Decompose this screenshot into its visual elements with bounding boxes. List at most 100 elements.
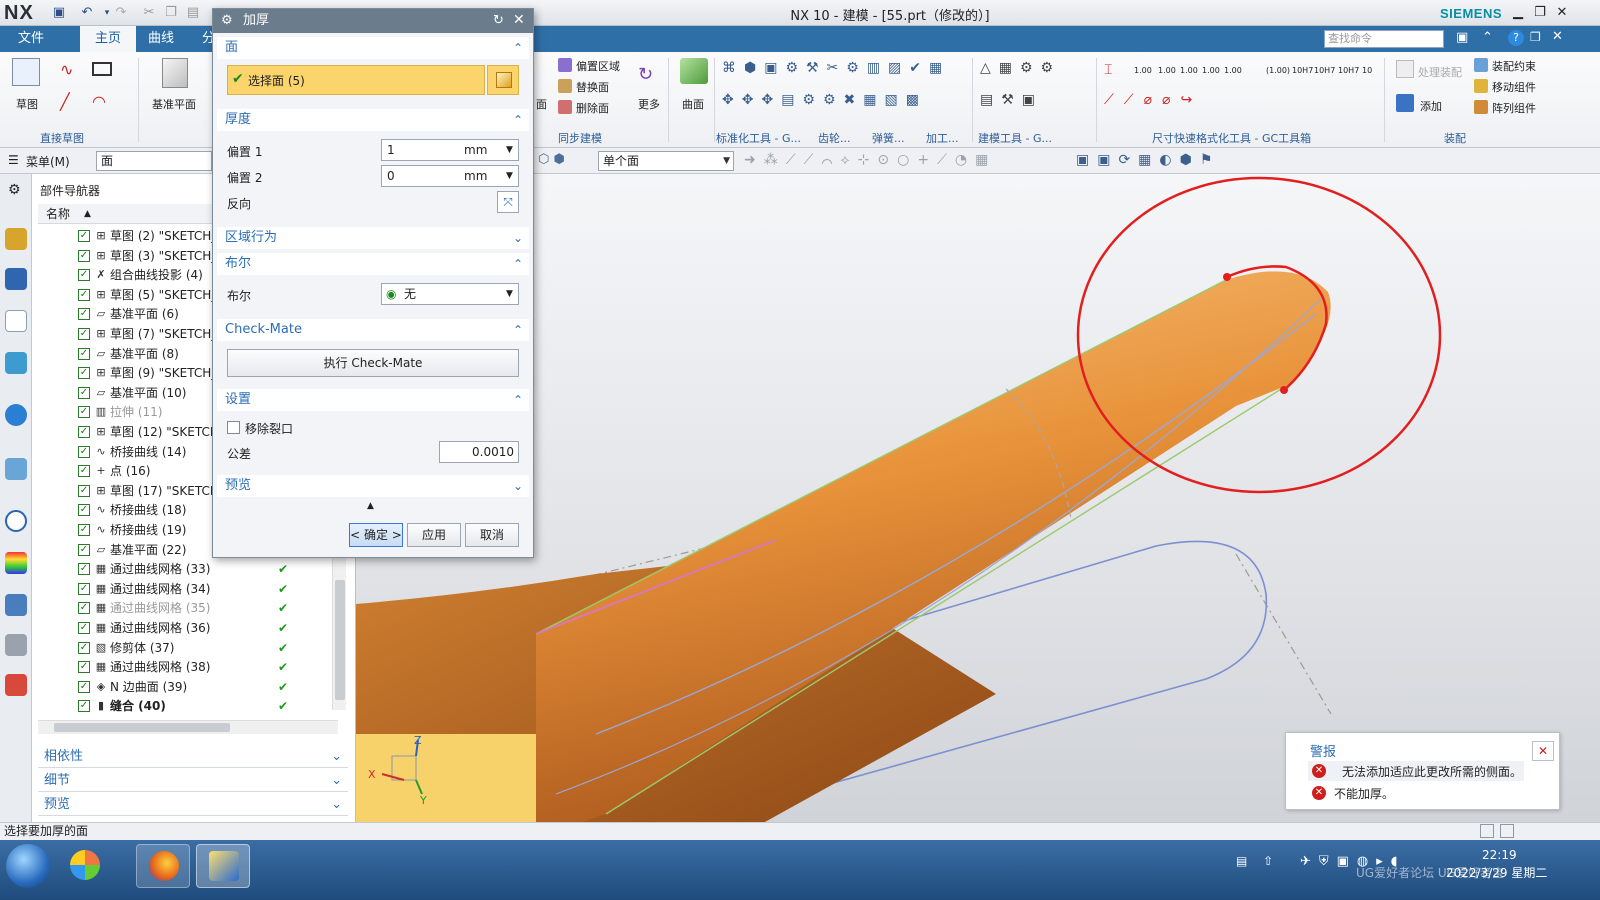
status-window-icon[interactable] xyxy=(1500,824,1514,838)
close-alert-icon[interactable]: ✕ xyxy=(1532,741,1554,761)
modeling-tools-icons-row1[interactable]: △▦⚙⚙ xyxy=(980,60,1090,80)
visibility-checkbox[interactable]: ✓ xyxy=(78,582,90,595)
collapse-dialog-icon[interactable]: ▲ xyxy=(367,501,374,511)
system-scenes-icon[interactable] xyxy=(5,634,27,656)
constraint-navigator-icon[interactable] xyxy=(5,268,27,290)
sketch-icon[interactable] xyxy=(12,58,40,86)
run-check-mate-button[interactable]: 执行 Check-Mate xyxy=(227,349,519,377)
datum-plane-label[interactable]: 基准平面 xyxy=(152,96,196,112)
apply-button[interactable]: 应用 xyxy=(407,523,461,547)
web-browser-icon[interactable] xyxy=(5,404,27,426)
dim-tools-icons-row2[interactable]: ⟋⟋⌀⌀↪ xyxy=(1104,92,1234,112)
part-navigator-icon[interactable] xyxy=(5,310,27,332)
surface-label[interactable]: 曲面 xyxy=(682,96,704,112)
clock-icon[interactable] xyxy=(5,510,27,532)
add-component-icon[interactable] xyxy=(1396,94,1414,112)
settings-icon[interactable]: ⚙ xyxy=(8,182,21,198)
dim-value-10[interactable]: 10 xyxy=(1362,66,1372,75)
visibility-checkbox[interactable]: ✓ xyxy=(78,622,90,634)
cut-icon[interactable]: ✂ xyxy=(140,4,158,22)
snap-point-icons[interactable]: ➜⁂⟋⟋⌒⟡⊹⊙○+⟋◔▦ xyxy=(744,152,1044,168)
command-search-input[interactable]: 查找命令 xyxy=(1324,30,1444,48)
visibility-checkbox[interactable]: ✓ xyxy=(78,504,90,517)
close-icon[interactable]: ✕ xyxy=(1552,4,1572,22)
cancel-button[interactable]: 取消 xyxy=(465,523,519,547)
boolean-select[interactable]: ◉ 无 ▼ xyxy=(381,283,519,305)
arc-icon[interactable]: ◠ xyxy=(92,92,106,111)
assembly-constraint-icon[interactable] xyxy=(1474,58,1488,72)
pattern-component-label[interactable]: 阵列组件 xyxy=(1492,100,1536,116)
more-label[interactable]: 更多 xyxy=(638,96,660,112)
add-label[interactable]: 添加 xyxy=(1420,98,1442,114)
tree-row[interactable]: ✓ ▮ 缝合 (40) ✔ xyxy=(38,696,338,716)
section-thickness[interactable]: 厚度 ⌃ xyxy=(217,109,529,131)
close-doc-icon[interactable]: ✕ xyxy=(1552,29,1563,44)
copy-icon[interactable]: ❐ xyxy=(162,4,180,22)
pattern-component-icon[interactable] xyxy=(1474,100,1488,114)
dimension-icon[interactable]: ⌶ xyxy=(1104,62,1112,78)
visibility-checkbox[interactable]: ✓ xyxy=(78,661,90,674)
visibility-checkbox[interactable]: ✓ xyxy=(78,563,90,576)
standard-tools-icons-row2[interactable]: ✥✥✥▤⚙⚙✖▦▧▩ xyxy=(722,92,1022,112)
dim-value-5[interactable]: 1.00 xyxy=(1224,66,1242,75)
dim-value-7[interactable]: 10H7 xyxy=(1292,66,1313,75)
menu-button[interactable]: 菜单(M) xyxy=(26,153,70,170)
hscroll-thumb[interactable] xyxy=(54,723,230,732)
visibility-checkbox[interactable]: ✓ xyxy=(78,602,90,615)
chevron-down-icon[interactable]: ▼ xyxy=(506,284,513,304)
section-check-mate[interactable]: Check-Mate ⌃ xyxy=(217,319,529,341)
dim-value-3[interactable]: 1.00 xyxy=(1180,66,1198,75)
dim-value-6[interactable]: (1.00) xyxy=(1266,66,1290,75)
help-icon[interactable]: ? xyxy=(1508,30,1524,46)
visibility-checkbox[interactable]: ✓ xyxy=(78,308,90,321)
line-icon[interactable]: ╱ xyxy=(60,92,70,111)
visibility-checkbox[interactable]: ✓ xyxy=(78,288,90,301)
process-assembly-icon[interactable] xyxy=(1396,60,1414,78)
close-dialog-icon[interactable]: ✕ xyxy=(513,12,525,28)
search-icon[interactable]: ⚲ xyxy=(1428,30,1438,45)
visibility-checkbox[interactable]: ✓ xyxy=(78,386,90,399)
reset-icon[interactable]: ↻ xyxy=(493,13,504,28)
navigator-horizontal-scrollbar[interactable] xyxy=(38,720,338,734)
sketch-label[interactable]: 草图 xyxy=(16,96,38,112)
assembly-constraint-label[interactable]: 装配约束 xyxy=(1492,58,1536,74)
dim-value-8[interactable]: 10H7 xyxy=(1314,66,1335,75)
restore-doc-icon[interactable]: ❐ xyxy=(1530,30,1541,44)
visibility-checkbox[interactable]: ✓ xyxy=(78,328,90,340)
roles-icon[interactable] xyxy=(5,594,27,616)
taskbar-nx-icon[interactable] xyxy=(196,844,250,888)
offset2-input[interactable]: 0 mm ▼ xyxy=(381,165,519,187)
paste-icon[interactable]: ▤ xyxy=(184,4,202,22)
scroll-thumb[interactable] xyxy=(335,580,345,700)
restore-icon[interactable]: ❐ xyxy=(1530,4,1550,22)
tolerance-input[interactable]: 0.0010 xyxy=(439,441,519,463)
type-filter-select[interactable]: 面 xyxy=(96,151,212,171)
visibility-checkbox[interactable]: ✓ xyxy=(78,641,90,654)
dim-value-9[interactable]: 10H7 xyxy=(1338,66,1359,75)
move-component-icon[interactable] xyxy=(1474,79,1488,93)
tree-row[interactable]: ✓ ▦ 通过曲线网格 (36) ✔ xyxy=(38,618,338,638)
collapse-ribbon-icon[interactable]: ⌃ xyxy=(1482,30,1493,45)
dim-value-2[interactable]: 1.00 xyxy=(1158,66,1176,75)
rectangle-icon[interactable] xyxy=(92,62,112,76)
undo-icon[interactable]: ↶ xyxy=(78,4,96,22)
visualization-icon[interactable] xyxy=(5,552,27,574)
tree-row[interactable]: ✓ ▦ 通过曲线网格 (35) ✔ xyxy=(38,598,338,618)
process-assembly-label[interactable]: 处理装配 xyxy=(1418,64,1462,80)
tree-row[interactable]: ✓ ▦ 通过曲线网格 (38) ✔ xyxy=(38,657,338,677)
tab-home[interactable]: 主页 xyxy=(80,26,136,52)
section-preview[interactable]: 预览 ⌄ xyxy=(217,475,529,497)
offset-region-icon[interactable] xyxy=(558,58,572,72)
tree-row[interactable]: ✓ ▧ 修剪体 (37) ✔ xyxy=(38,638,338,658)
chevron-down-icon[interactable]: ▼ xyxy=(506,140,513,160)
visibility-checkbox[interactable]: ✓ xyxy=(78,230,90,242)
save-icon[interactable]: ▣ xyxy=(50,4,68,22)
surface-icon[interactable] xyxy=(680,58,708,84)
tab-file[interactable]: 文件(F) xyxy=(6,26,72,72)
face-select-button[interactable] xyxy=(487,65,519,95)
profile-icon[interactable]: ∿ xyxy=(60,60,73,79)
remove-gaps-checkbox[interactable] xyxy=(227,421,240,434)
visibility-checkbox[interactable]: ✓ xyxy=(78,367,90,380)
reuse-library-icon[interactable] xyxy=(5,352,27,374)
window-icon[interactable]: ▣ xyxy=(1456,30,1468,45)
